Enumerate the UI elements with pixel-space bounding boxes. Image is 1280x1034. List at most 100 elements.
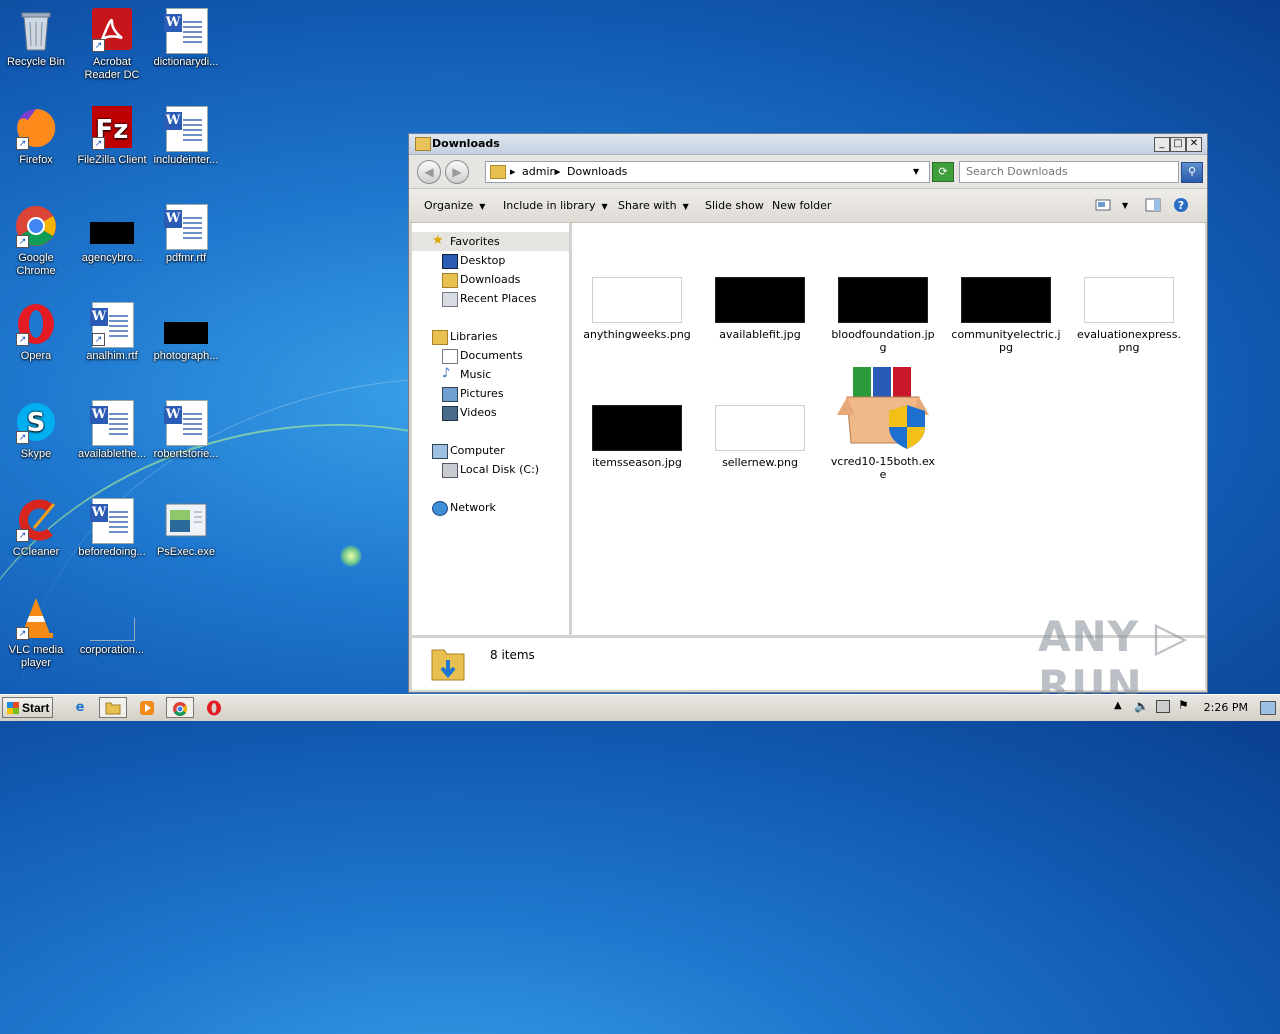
file-item[interactable]: bloodfoundation.jpg [828,277,938,354]
nav-desktop[interactable]: Desktop [412,251,569,270]
file-item[interactable]: availablefit.jpg [705,277,815,341]
search-icon[interactable]: ⚲ [1181,162,1203,183]
share-with-button[interactable]: Share with ▼ [618,199,689,212]
desktop-icon-photograph[interactable]: photograph... [148,302,224,363]
organize-button[interactable]: Organize ▼ [424,199,485,212]
slide-show-button[interactable]: Slide show [705,199,764,212]
opera-icon: ↗ [14,302,58,346]
desktop-icon-vlc[interactable]: ↗ VLC media player [0,596,74,670]
recycle-bin-icon [14,8,58,52]
maximize-button[interactable]: □ [1170,137,1186,152]
desktop-icon-label: CCleaner [12,546,60,558]
address-dropdown-arrow-icon[interactable]: ▼ [913,167,919,176]
file-item[interactable]: itemsseason.jpg [582,405,692,469]
preview-pane-icon[interactable] [1145,198,1161,212]
include-in-library-button[interactable]: Include in library ▼ [503,199,608,212]
file-name: sellernew.png [722,456,798,469]
nav-libraries[interactable]: Libraries [412,327,569,346]
desktop-icon-includeinter[interactable]: W includeinter... [148,106,224,167]
file-item[interactable]: sellernew.png [705,405,815,469]
desktop-icon-label: FileZilla Client [77,154,147,166]
nav-recent-places[interactable]: Recent Places [412,289,569,308]
desktop-icon-analhim[interactable]: W ↗ analhim.rtf [74,302,150,363]
nav-pictures[interactable]: Pictures [412,384,569,403]
breadcrumb-separator: ▸ [555,165,561,178]
desktop-icon-ccleaner[interactable]: ↗ CCleaner [0,498,74,559]
nav-computer[interactable]: Computer [412,441,569,460]
title-bar[interactable]: Downloads _ □ ✕ [409,134,1207,155]
desktop-icon-google-chrome[interactable]: ↗ Google Chrome [0,204,74,278]
view-options-chevron-icon[interactable]: ▼ [1122,201,1128,210]
desktop-icon-skype[interactable]: S ↗ Skype [0,400,74,461]
file-item[interactable]: communityelectric.jpg [951,277,1061,354]
opera-icon[interactable] [200,697,228,718]
nav-videos[interactable]: Videos [412,403,569,422]
nav-downloads[interactable]: Downloads [412,270,569,289]
desktop-icon-availablethe[interactable]: W availablethe... [74,400,150,461]
ccleaner-icon: ↗ [14,498,58,542]
image-thumbnail-icon [1084,277,1174,323]
file-item[interactable]: evaluationexpress.png [1074,277,1184,354]
help-icon[interactable]: ? [1173,197,1189,213]
breadcrumb-downloads[interactable]: Downloads [567,165,627,178]
desktop-icon-agencybro[interactable]: agencybro... [74,204,150,265]
desktop-icon-robertstorie[interactable]: W robertstorie... [148,400,224,461]
file-name: bloodfoundation.jpg [831,328,935,354]
desktop-icon-label: corporation... [79,644,145,656]
file-name: evaluationexpress.png [1077,328,1181,354]
taskbar-chrome-button[interactable] [166,697,194,718]
desktop-icon-filezilla[interactable]: Fz ↗ FileZilla Client [74,106,150,167]
change-view-icon[interactable] [1095,198,1111,212]
desktop-icon-psexec[interactable]: PsExec.exe [148,498,224,559]
desktop-icon-pdfmr[interactable]: W pdfmr.rtf [148,204,224,265]
file-item[interactable]: vcred10-15both.exe [828,365,938,481]
back-button[interactable]: ◀ [417,160,441,184]
start-button[interactable]: Start [2,697,53,718]
desktop-icon-acrobat[interactable]: ↗ Acrobat Reader DC [74,8,150,82]
refresh-icon[interactable]: ⟳ [932,162,954,182]
image-thumbnail-icon [592,277,682,323]
close-button[interactable]: ✕ [1186,137,1202,152]
volume-icon[interactable]: 🔈 [1134,699,1149,713]
new-folder-button[interactable]: New folder [772,199,831,212]
nav-music[interactable]: ♪ Music [412,365,569,384]
search-box[interactable] [959,161,1179,183]
show-desktop-icon[interactable] [1260,701,1276,715]
filezilla-icon: Fz ↗ [90,106,134,150]
window-title: Downloads [432,137,500,150]
show-hidden-icons-icon[interactable]: ▲ [1114,700,1122,711]
forward-button[interactable]: ▶ [445,160,469,184]
desktop-icon-corporation[interactable]: corporation... [74,596,150,657]
desktop-icon-dictionarydi[interactable]: W dictionarydi... [148,8,224,69]
desktop-icon-label: Firefox [19,154,53,166]
breadcrumb-admin[interactable]: admin [522,165,556,178]
downloads-folder-icon [490,165,506,179]
media-player-icon[interactable] [133,697,161,718]
word-document-icon: W [164,204,208,250]
nav-documents[interactable]: Documents [412,346,569,365]
file-item[interactable]: anythingweeks.png [582,277,692,341]
navigation-pane: ★ Favorites Desktop Downloads Recent Pla… [412,223,570,635]
nav-label: Computer [450,444,505,457]
desktop-icon-opera[interactable]: ↗ Opera [0,302,74,363]
desktop-icon-recycle-bin[interactable]: Recycle Bin [0,8,74,69]
taskbar-explorer-button[interactable] [99,697,127,718]
nav-local-disk[interactable]: Local Disk (C:) [412,460,569,479]
nav-favorites[interactable]: ★ Favorites [412,232,569,251]
nav-network[interactable]: Network [412,498,569,517]
address-field[interactable]: ▸ admin ▸ Downloads ▼ [485,161,930,183]
explorer-window[interactable]: Downloads _ □ ✕ ◀ ▶ ▸ admin ▸ Downloads … [408,133,1208,693]
search-input[interactable] [960,162,1177,180]
nav-label: Recent Places [460,292,537,305]
minimize-button[interactable]: _ [1154,137,1170,152]
desktop-icon-firefox[interactable]: ↗ Firefox [0,106,74,167]
image-thumbnail-icon [715,405,805,451]
vlc-cone-icon: ↗ [14,596,58,640]
word-document-icon: W [164,400,208,446]
word-document-icon: W [164,8,208,54]
action-center-flag-icon[interactable]: ⚑ [1178,698,1189,712]
desktop-icon-beforedoing[interactable]: W beforedoing... [74,498,150,559]
clock[interactable]: 2:26 PM [1204,701,1248,714]
network-tray-icon[interactable] [1156,700,1170,713]
internet-explorer-icon[interactable]: e [66,697,94,718]
